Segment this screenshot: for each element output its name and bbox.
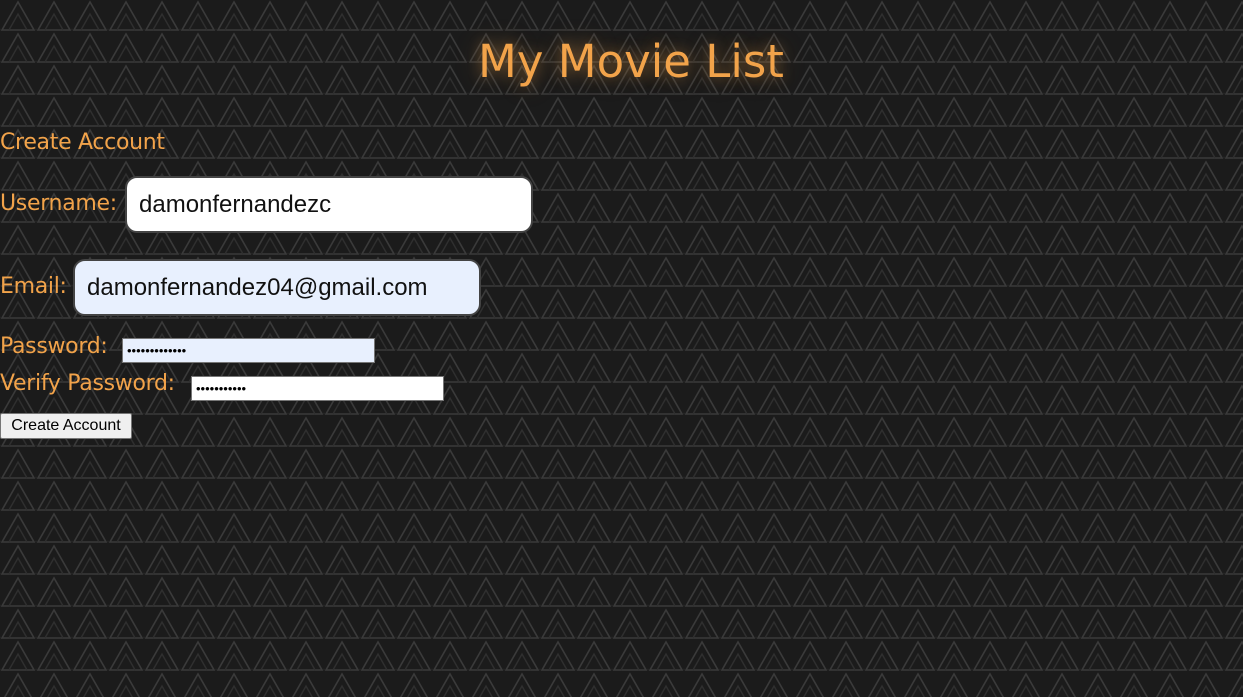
create-account-button[interactable]: Create Account: [0, 413, 132, 439]
password-label: Password:: [0, 334, 108, 359]
email-input[interactable]: [73, 259, 481, 316]
verify-password-input[interactable]: [191, 376, 444, 401]
form-heading: Create Account: [0, 130, 165, 155]
page-title: My Movie List: [478, 35, 784, 88]
username-input[interactable]: [125, 176, 533, 233]
verify-password-label: Verify Password:: [0, 371, 175, 396]
password-input[interactable]: [122, 338, 375, 363]
username-label: Username:: [0, 191, 117, 216]
email-label: Email:: [0, 274, 67, 299]
